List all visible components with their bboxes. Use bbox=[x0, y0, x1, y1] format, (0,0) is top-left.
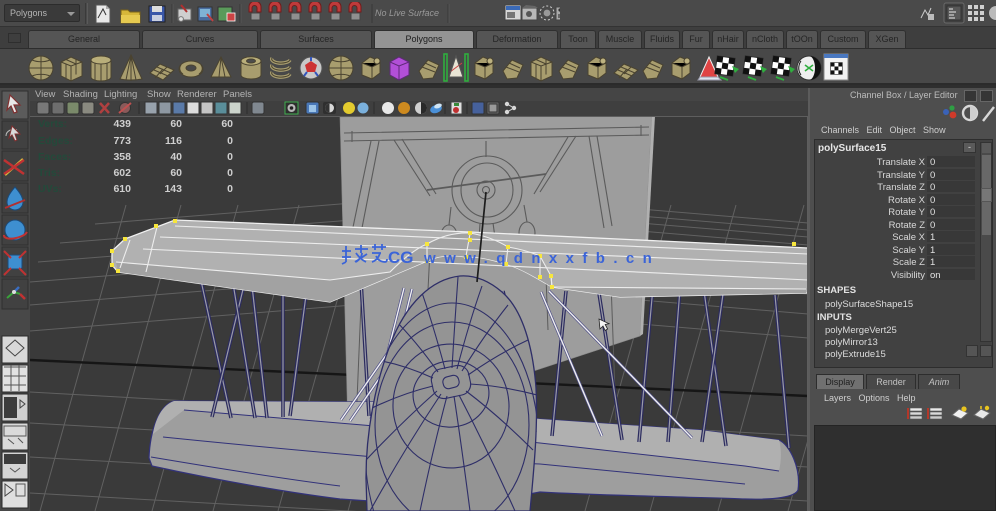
svg-text:60: 60 bbox=[170, 118, 182, 130]
svg-text:Faces:: Faces: bbox=[38, 151, 71, 163]
svg-text:CG: CG bbox=[388, 248, 414, 267]
svg-text:www.qdnxxfb.cn: www.qdnxxfb.cn bbox=[423, 250, 660, 267]
svg-text:60: 60 bbox=[170, 167, 182, 179]
svg-text:UVs:: UVs: bbox=[38, 183, 62, 195]
svg-text:60: 60 bbox=[221, 118, 233, 130]
svg-text:116: 116 bbox=[165, 135, 182, 147]
svg-text:Tris:: Tris: bbox=[38, 167, 60, 179]
svg-text:0: 0 bbox=[227, 183, 233, 195]
svg-text:143: 143 bbox=[164, 183, 182, 195]
svg-text:No Live Surface: No Live Surface bbox=[375, 8, 439, 18]
svg-text:0: 0 bbox=[227, 151, 233, 163]
svg-text:0: 0 bbox=[227, 135, 233, 147]
svg-text:439: 439 bbox=[113, 118, 131, 130]
svg-text:0: 0 bbox=[227, 167, 233, 179]
svg-text:773: 773 bbox=[113, 135, 131, 147]
svg-text:40: 40 bbox=[170, 151, 182, 163]
svg-text:610: 610 bbox=[113, 183, 131, 195]
svg-text:Verts:: Verts: bbox=[38, 118, 67, 130]
svg-text:358: 358 bbox=[113, 151, 131, 163]
svg-text:602: 602 bbox=[113, 167, 131, 179]
svg-text:Edges:: Edges: bbox=[38, 135, 73, 147]
